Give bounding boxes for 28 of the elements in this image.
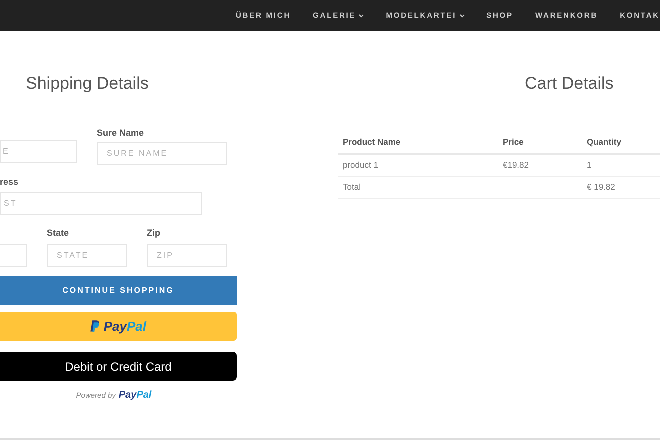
field-label: Sure Name — [97, 128, 146, 139]
input-field[interactable]: E — [0, 140, 77, 163]
section-title: Shipping Details — [26, 73, 150, 95]
caret-icon — [359, 14, 364, 18]
paypal-button[interactable]: PayPal — [0, 312, 237, 341]
section-title: Cart Details — [525, 73, 615, 95]
table-cell-text: €19.82 — [502, 159, 530, 172]
caret-icon — [460, 14, 465, 18]
table-cell-text: product 1 — [342, 159, 380, 172]
field-label: ress — [0, 177, 20, 188]
continue-shopping-button[interactable]: CONTINUE SHOPPING — [0, 276, 237, 305]
paypal-wordmark: PayPal — [118, 389, 152, 403]
column-header: Price — [502, 136, 525, 148]
paypal-p-icon — [90, 320, 101, 333]
table-cell-text: Total — [342, 181, 362, 194]
column-header: Product Name — [342, 136, 402, 148]
input-field[interactable]: SURE NAME — [97, 142, 227, 165]
column-header: Quantity — [586, 136, 622, 148]
table-cell-text: € 19.82 — [586, 181, 616, 194]
field-label: State — [47, 228, 70, 239]
table-cell-text: 1 — [586, 159, 593, 172]
input-field[interactable]: ZIP — [147, 244, 227, 267]
input-field[interactable]: STATE — [47, 244, 127, 267]
input-field[interactable] — [0, 244, 27, 267]
field-label: Zip — [147, 228, 162, 239]
input-field[interactable]: ST — [0, 192, 202, 215]
card-button[interactable]: Debit or Credit Card — [0, 352, 237, 381]
paypal-wordmark: PayPal — [104, 318, 147, 336]
